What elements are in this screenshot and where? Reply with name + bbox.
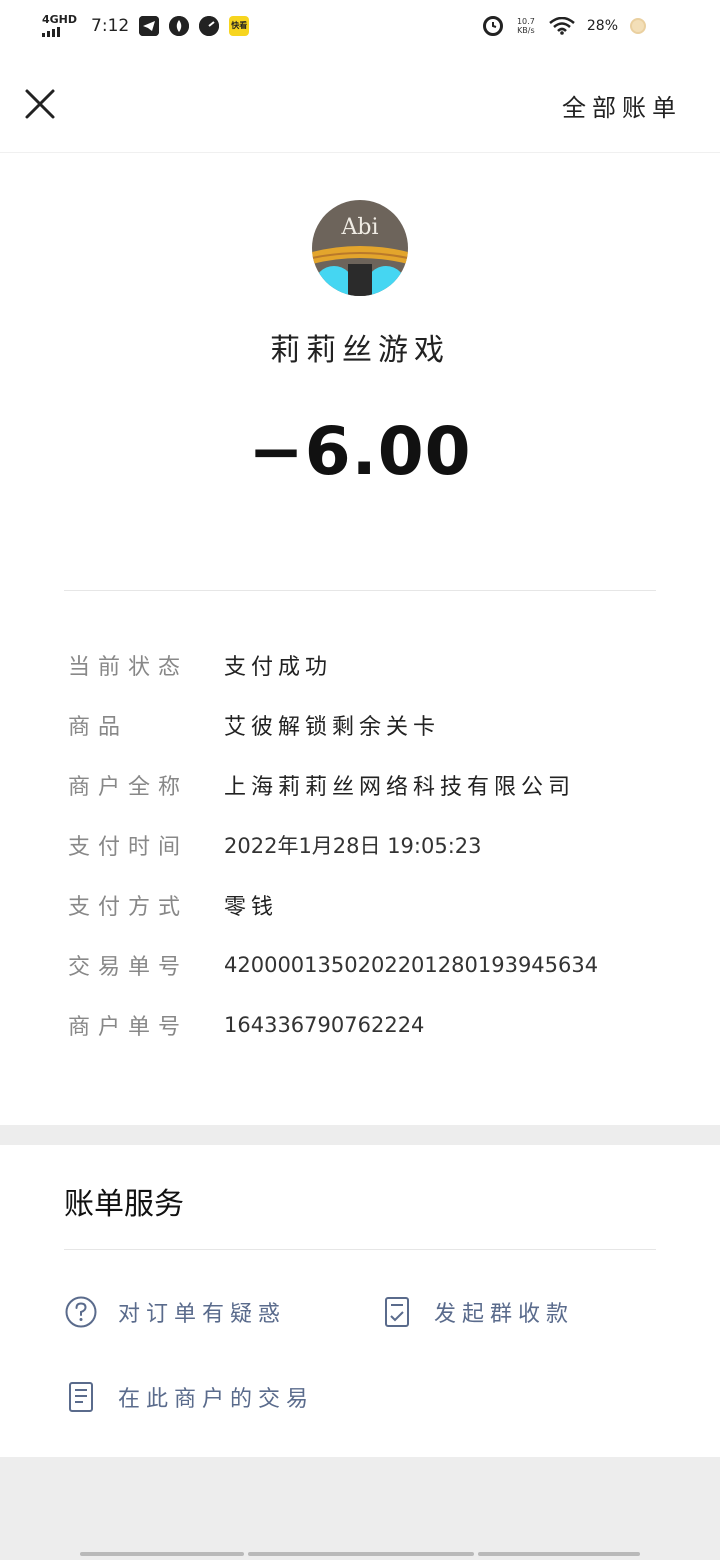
app-badge-icon: 快看 <box>229 15 250 36</box>
detail-label: 当前状态 <box>68 655 189 680</box>
detail-value[interactable]: 164336790762224 <box>224 1013 424 1037</box>
divider <box>64 590 656 591</box>
service-label: 发起群收款 <box>434 1302 575 1327</box>
alarm-icon <box>482 16 503 36</box>
detail-row-status: 当前状态 支付成功 <box>68 645 668 685</box>
detail-label: 支付时间 <box>68 835 189 860</box>
detail-value: 艾彼解锁剩余关卡 <box>224 715 441 740</box>
battery-percent: 28% <box>586 18 618 34</box>
amount: −6.00 <box>248 413 472 490</box>
status-bar: 4GHD 7:12 快看 10.7 KB/s 28% <box>0 0 720 60</box>
detail-label: 交易单号 <box>68 955 189 980</box>
detail-label: 商户单号 <box>68 1015 189 1040</box>
detail-row-transaction-id: 交易单号 4200001350202201280193945634 <box>68 945 668 985</box>
detail-value[interactable]: 4200001350202201280193945634 <box>224 953 598 977</box>
services-title: 账单服务 <box>64 1187 184 1222</box>
detail-value: 零钱 <box>224 895 279 920</box>
detail-value: 支付成功 <box>224 655 333 680</box>
wifi-icon <box>549 16 575 35</box>
detail-value: 上海莉莉丝网络科技有限公司 <box>224 775 576 800</box>
signal-indicator: 4GHD <box>42 14 77 37</box>
detail-label: 商品 <box>68 715 129 740</box>
all-bills-link[interactable]: 全部账单 <box>562 88 682 123</box>
merchant-name: 莉莉丝游戏 <box>270 333 450 368</box>
service-label: 在此商户的交易 <box>118 1387 315 1412</box>
merchant-transactions-button[interactable]: 在此商户的交易 <box>64 1380 314 1414</box>
detail-value: 2022年1月28日 19:05:23 <box>224 834 482 858</box>
order-question-button[interactable]: 对订单有疑惑 <box>64 1295 286 1329</box>
service-label: 对订单有疑惑 <box>118 1302 287 1327</box>
gesture-bar[interactable] <box>80 1552 640 1556</box>
document-icon <box>69 1382 93 1412</box>
signal-bars-icon <box>42 25 60 37</box>
group-collection-button[interactable]: 发起群收款 <box>380 1295 574 1329</box>
document-check-icon <box>385 1297 409 1327</box>
detail-row-merchant: 商户全称 上海莉莉丝网络科技有限公司 <box>68 765 668 805</box>
avatar-text: Abi <box>340 215 378 240</box>
bill-services: 账单服务 对订单有疑惑 发起群收款 在此商户的交易 <box>0 1145 720 1457</box>
detail-row-time: 支付时间 2022年1月28日 19:05:23 <box>68 825 668 865</box>
top-bar: 全部账单 <box>0 60 720 153</box>
close-icon <box>25 89 55 119</box>
battery-icon <box>630 18 646 34</box>
detail-row-merchant-order: 商户单号 164336790762224 <box>68 1005 668 1045</box>
clock: 7:12 <box>91 15 130 36</box>
divider <box>64 1249 656 1250</box>
close-button[interactable] <box>22 86 58 122</box>
network-type: 4GHD <box>42 13 78 26</box>
speedometer-icon <box>199 15 220 36</box>
merchant-avatar: Abi <box>312 200 408 296</box>
detail-label: 商户全称 <box>68 775 189 800</box>
detail-row-product: 商品 艾彼解锁剩余关卡 <box>68 705 668 745</box>
app-icon <box>169 15 190 36</box>
detail-row-method: 支付方式 零钱 <box>68 885 668 925</box>
network-speed: 10.7 KB/s <box>516 17 535 35</box>
detail-label: 支付方式 <box>68 895 189 920</box>
transaction-detail: Abi 莉莉丝游戏 −6.00 当前状态 支付成功 商品 艾彼解锁剩余关卡 商户… <box>0 153 720 1125</box>
telegram-icon <box>139 15 160 36</box>
question-icon <box>65 1296 97 1328</box>
bill-detail-page: 4GHD 7:12 快看 10.7 KB/s 28% 全部账单 Abi 莉莉丝游… <box>0 0 720 1560</box>
